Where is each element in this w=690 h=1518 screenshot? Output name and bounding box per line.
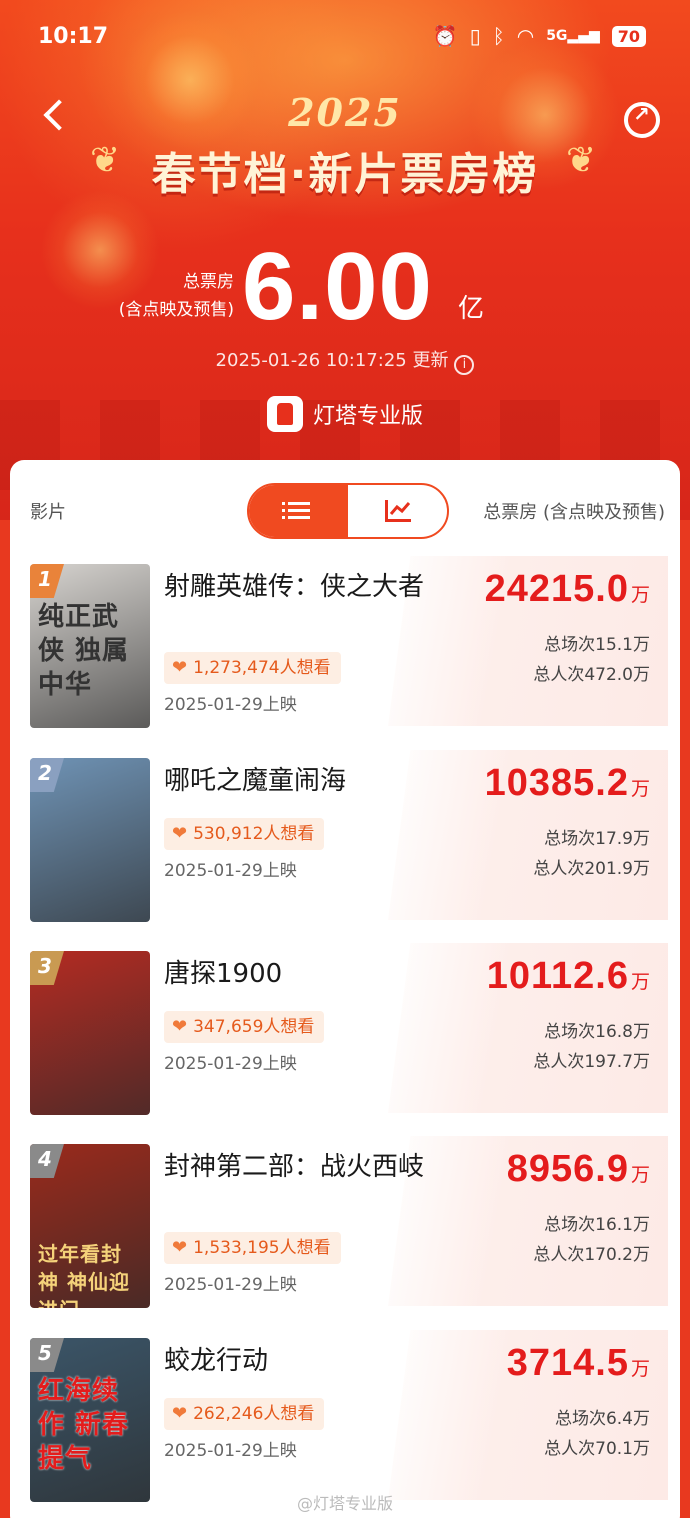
brand-badge: 灯塔专业版 (0, 396, 690, 432)
poster-text: 过年看封神 神仙迎进门 (38, 1242, 130, 1308)
release-date: 2025-01-29上映 (164, 1441, 297, 1461)
film-title[interactable]: 唐探1900 (164, 955, 444, 993)
battery-icon: 70 (611, 25, 646, 47)
heart-icon: ❤ (172, 1016, 188, 1037)
status-icons: ⏰ ▯ ᛒ ◠ 5G▂▄▆ 70 (433, 24, 646, 48)
release-date: 2025-01-29上映 (164, 1054, 297, 1074)
status-bar: 10:17 ⏰ ▯ ᛒ ◠ 5G▂▄▆ 70 (0, 22, 690, 58)
brand-name: 灯塔专业版 (312, 404, 423, 429)
film-poster[interactable]: 3 (30, 951, 150, 1115)
header-year: 2025 (288, 90, 402, 135)
total-shows: 总场次6.4万 (554, 1409, 650, 1429)
film-row[interactable]: 3 唐探1900 ❤ 347,659人想看 2025-01-29上映 10112… (10, 935, 680, 1115)
update-timestamp[interactable]: 2025-01-26 10:17:25 更新 i (0, 346, 690, 375)
rank-badge: 4 (30, 1144, 64, 1178)
film-poster[interactable]: 红海续作 新春提气 5 (30, 1338, 150, 1502)
watermark: @灯塔专业版 (296, 1494, 393, 1513)
film-row[interactable]: 过年看封神 神仙迎进门 4 封神第二部：战火西岐 ❤ 1,533,195人想看 … (10, 1128, 680, 1308)
vibrate-icon: ▯ (469, 24, 481, 48)
column-header-film: 影片 (30, 502, 66, 523)
total-shows: 总场次15.1万 (544, 635, 650, 655)
release-date: 2025-01-29上映 (164, 861, 297, 881)
total-viewers: 总人次201.9万 (533, 859, 650, 879)
film-poster[interactable]: 过年看封神 神仙迎进门 4 (30, 1144, 150, 1308)
heart-icon: ❤ (172, 1237, 188, 1258)
list-view-tab[interactable] (249, 485, 348, 537)
info-icon[interactable]: i (454, 355, 475, 375)
film-gross: 3714.5 万 (506, 1342, 650, 1384)
film-title[interactable]: 哪吒之魔童闹海 (164, 762, 444, 800)
total-box-office-label: 总票房 (含点映及预售) (118, 272, 234, 320)
rank-badge: 1 (30, 564, 64, 598)
signal-icon: 5G▂▄▆ (546, 28, 600, 44)
status-time: 10:17 (38, 24, 109, 49)
alarm-icon: ⏰ (432, 24, 458, 48)
total-viewers: 总人次70.1万 (544, 1439, 650, 1459)
poster-text: 纯正武侠 独属中华 (38, 602, 130, 700)
rank-badge: 5 (30, 1338, 64, 1372)
film-gross: 8956.9 万 (506, 1148, 650, 1190)
film-poster[interactable]: 2 (30, 758, 150, 922)
film-title[interactable]: 封神第二部：战火西岐 (164, 1148, 444, 1186)
want-to-see-badge: ❤ 347,659人想看 (164, 1011, 325, 1043)
bluetooth-icon: ᛒ (492, 24, 505, 48)
total-box-office-unit: 亿 (458, 294, 485, 324)
rank-badge: 2 (30, 758, 64, 792)
release-date: 2025-01-29上映 (164, 695, 297, 715)
total-shows: 总场次16.8万 (544, 1022, 650, 1042)
want-to-see-badge: ❤ 1,273,474人想看 (164, 652, 341, 684)
total-viewers: 总人次170.2万 (533, 1245, 650, 1265)
trend-chart-icon (384, 500, 411, 522)
film-row[interactable]: 纯正武侠 独属中华 1 射雕英雄传：侠之大者 ❤ 1,273,474人想看 20… (10, 548, 680, 728)
film-row[interactable]: 红海续作 新春提气 5 蛟龙行动 ❤ 262,246人想看 2025-01-29… (10, 1322, 680, 1502)
film-title[interactable]: 射雕英雄传：侠之大者 (164, 568, 444, 606)
heart-icon: ❤ (172, 823, 188, 844)
chart-view-tab[interactable] (348, 485, 447, 537)
film-gross: 10385.2 万 (484, 762, 650, 804)
view-toggle[interactable] (247, 483, 449, 539)
total-viewers: 总人次197.7万 (533, 1052, 650, 1072)
heart-icon: ❤ (172, 1403, 188, 1424)
film-gross: 10112.6 万 (486, 955, 650, 997)
heart-icon: ❤ (172, 657, 188, 678)
release-date: 2025-01-29上映 (164, 1275, 297, 1295)
total-box-office-value: 6.00 (242, 233, 433, 340)
want-to-see-badge: ❤ 530,912人想看 (164, 818, 325, 850)
total-shows: 总场次16.1万 (544, 1215, 650, 1235)
total-viewers: 总人次472.0万 (533, 665, 650, 685)
want-to-see-badge: ❤ 262,246人想看 (164, 1398, 325, 1430)
film-poster[interactable]: 纯正武侠 独属中华 1 (30, 564, 150, 728)
want-to-see-badge: ❤ 1,533,195人想看 (164, 1232, 341, 1264)
poster-text: 红海续作 新春提气 (38, 1376, 130, 1474)
wifi-icon: ◠ (516, 24, 535, 48)
film-gross: 24215.0 万 (484, 568, 650, 610)
list-icon (281, 502, 310, 520)
column-header-total: 总票房 (含点映及预售) (483, 502, 665, 523)
film-row[interactable]: 2 哪吒之魔童闹海 ❤ 530,912人想看 2025-01-29上映 1038… (10, 742, 680, 922)
laurel-right-icon: ❦ (566, 140, 597, 181)
total-shows: 总场次17.9万 (544, 829, 650, 849)
rank-badge: 3 (30, 951, 64, 985)
brand-logo-icon (266, 396, 303, 432)
film-title[interactable]: 蛟龙行动 (164, 1342, 444, 1380)
